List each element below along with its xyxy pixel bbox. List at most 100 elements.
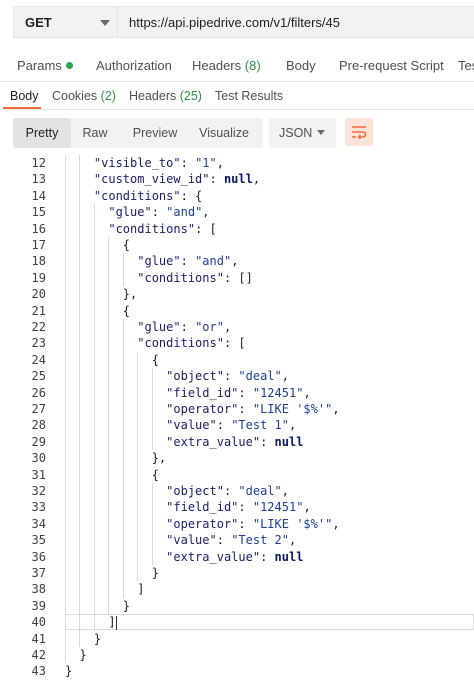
json-key: "visible_to" (93, 156, 181, 170)
json-string: "12451" (252, 500, 304, 515)
code-text: "operator": "LIKE '$%'", (65, 401, 339, 417)
line-number: 40 (31, 615, 46, 630)
json-string: "LIKE '$%'" (252, 516, 333, 531)
format-preview-button[interactable]: Preview (123, 118, 187, 148)
code-text: "object": "deal", (65, 483, 289, 499)
code-text: }, (65, 286, 137, 302)
json-string: "Test 2" (231, 533, 289, 548)
language-select[interactable]: JSON (269, 118, 336, 148)
code-line: 13 "custom_view_id": null, (0, 171, 474, 187)
json-key: "extra_value" (166, 549, 261, 564)
http-method-select[interactable]: GET (13, 6, 117, 38)
code-text: "conditions": { (65, 188, 202, 204)
code-line: 43} (0, 663, 474, 679)
code-text: "conditions": [ (65, 335, 245, 351)
code-line: 24 { (0, 352, 474, 368)
json-punctuation: : (223, 484, 239, 498)
response-tab-body[interactable]: Body (10, 89, 39, 103)
code-text: "field_id": "12451", (65, 499, 311, 515)
tab-pre-request-script[interactable]: Pre-request Script (339, 58, 444, 73)
json-string: "deal" (238, 369, 282, 384)
response-tab-test-results[interactable]: Test Results (215, 89, 283, 103)
line-number: 39 (31, 598, 46, 613)
json-string: "Test 1" (231, 418, 289, 433)
json-punctuation: ] (137, 582, 145, 597)
json-key: "field_id" (166, 500, 239, 515)
json-punctuation: ] (108, 615, 116, 630)
json-key: "glue" (108, 205, 152, 220)
code-line: 38 ] (0, 581, 474, 597)
json-key: "operator" (166, 516, 239, 531)
request-url-bar: GET https://api.pipedrive.com/v1/filters… (0, 0, 474, 44)
url-text: https://api.pipedrive.com/v1/filters/45 (129, 15, 340, 30)
json-key: "conditions" (93, 188, 181, 203)
line-number: 43 (31, 664, 46, 679)
url-input[interactable]: https://api.pipedrive.com/v1/filters/45 (117, 6, 474, 38)
line-number: 24 (31, 352, 46, 367)
json-punctuation: : (238, 516, 253, 531)
json-key: "object" (166, 484, 224, 498)
json-punctuation: : [ (195, 221, 217, 236)
line-number: 22 (31, 320, 46, 334)
tab-headers[interactable]: Headers (8) (192, 58, 261, 73)
json-punctuation: : [] (223, 270, 253, 285)
tab-params[interactable]: Params (17, 58, 73, 73)
json-punctuation: , (288, 418, 297, 433)
code-text: } (65, 631, 101, 647)
request-tabs: Params Authorization Headers (8) Body Pr… (0, 48, 474, 82)
json-punctuation: , (252, 172, 261, 187)
code-line: 40 ] (0, 614, 474, 630)
json-key: "glue" (137, 320, 181, 334)
indent-guide (93, 204, 95, 631)
line-number: 13 (31, 172, 46, 187)
tab-authorization[interactable]: Authorization (96, 58, 172, 73)
json-punctuation: : (216, 418, 232, 433)
tab-tests[interactable]: Tes (458, 58, 474, 73)
format-visualize-button[interactable]: Visualize (191, 118, 257, 148)
code-line: 39 } (0, 598, 474, 614)
code-text: "value": "Test 1", (65, 417, 296, 433)
response-tab-headers-count: (25) (179, 89, 202, 103)
code-line: 34 "operator": "LIKE '$%'", (0, 516, 474, 532)
json-punctuation: : { (180, 188, 203, 203)
response-tab-cookies-label: Cookies (52, 89, 98, 103)
line-number: 28 (31, 418, 46, 433)
json-punctuation: : (260, 434, 275, 449)
text-caret (115, 615, 117, 630)
line-number: 20 (31, 287, 46, 302)
code-line: 21 { (0, 303, 474, 319)
response-tab-cookies[interactable]: Cookies (2) (52, 89, 116, 103)
line-number: 34 (31, 516, 46, 531)
format-pretty-button[interactable]: Pretty (13, 118, 71, 148)
code-text: ] (65, 614, 116, 630)
wrap-lines-button[interactable] (345, 118, 373, 146)
indent-guide (151, 483, 153, 565)
response-tab-headers[interactable]: Headers (25) (129, 89, 202, 103)
code-line: 35 "value": "Test 2", (0, 532, 474, 548)
code-line: 16 "conditions": [ (0, 221, 474, 237)
code-line: 17 { (0, 237, 474, 253)
line-number: 12 (31, 156, 46, 170)
code-line: 14 "conditions": { (0, 188, 474, 204)
format-raw-button[interactable]: Raw (71, 118, 119, 148)
response-tab-body-label: Body (10, 89, 39, 103)
line-number: 41 (31, 631, 46, 646)
json-punctuation: } (151, 566, 159, 580)
line-number: 15 (31, 205, 46, 220)
wrap-lines-icon (352, 126, 367, 139)
format-mode-toolbar: Pretty Raw Preview Visualize (13, 118, 263, 148)
tab-body[interactable]: Body (286, 58, 316, 73)
code-text: { (65, 303, 130, 319)
code-line: 33 "field_id": "12451", (0, 499, 474, 515)
line-number: 38 (31, 582, 46, 597)
tab-body-label: Body (286, 58, 316, 73)
code-line: 19 "conditions": [] (0, 270, 474, 286)
response-body-code[interactable]: 12 "visible_to": "1", 13 "custom_view_id"… (0, 155, 474, 686)
code-line: 31 { (0, 467, 474, 483)
code-line: 30 }, (0, 450, 474, 466)
tab-authorization-label: Authorization (96, 58, 172, 73)
code-text: "conditions": [ (65, 221, 217, 237)
json-string: "LIKE '$%'" (252, 402, 333, 416)
json-punctuation: , (223, 320, 232, 334)
divider (0, 109, 474, 110)
